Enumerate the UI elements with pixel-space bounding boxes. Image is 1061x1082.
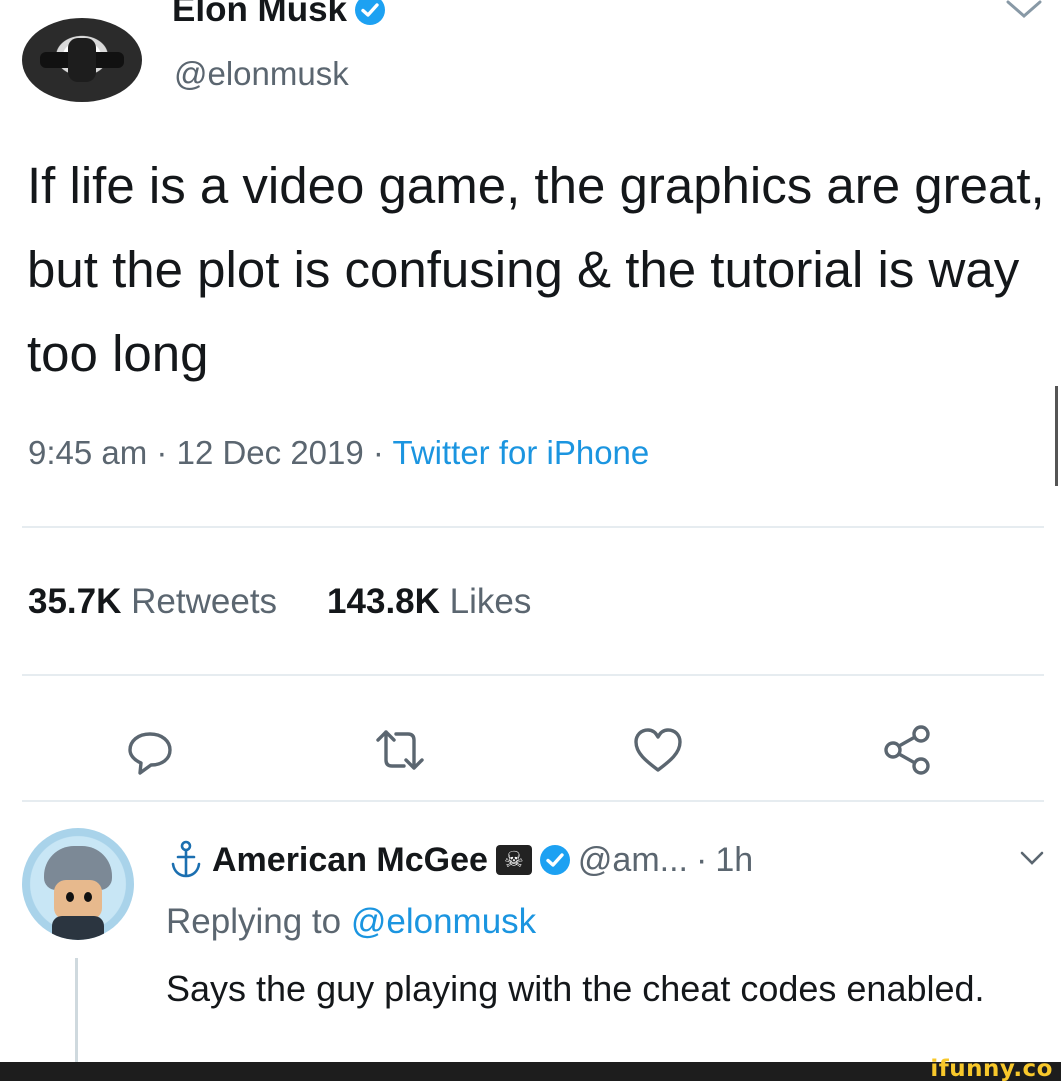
tweet-stats: 35.7K Retweets 143.8K Likes: [28, 582, 531, 622]
author-name-row[interactable]: Elon Musk: [172, 0, 386, 30]
thread-line: [75, 958, 78, 1068]
chevron-down-icon[interactable]: [1002, 0, 1046, 24]
pirate-flag-icon: ☠: [495, 845, 532, 875]
tweet-text: If life is a video game, the graphics ar…: [27, 157, 1045, 382]
meta-separator: ·: [156, 434, 168, 471]
reply-author-name[interactable]: American McGee: [212, 838, 488, 882]
ifunny-watermark: ifunny.co: [930, 1056, 1053, 1082]
reply-text: Says the guy playing with the cheat code…: [166, 968, 985, 1009]
divider: [22, 526, 1044, 528]
meta-separator: ·: [372, 434, 384, 471]
chevron-down-icon[interactable]: [1018, 848, 1046, 868]
author-handle[interactable]: @elonmusk: [174, 55, 349, 93]
tweet-meta: 9:45 am · 12 Dec 2019 · Twitter for iPho…: [28, 434, 649, 472]
replying-to-link[interactable]: @elonmusk: [351, 902, 536, 941]
retweets-stat[interactable]: 35.7K Retweets: [28, 582, 277, 621]
retweets-count: 35.7K: [28, 582, 122, 621]
author-name[interactable]: Elon Musk: [172, 0, 347, 30]
divider: [22, 674, 1044, 676]
tweet-source[interactable]: Twitter for iPhone: [392, 434, 649, 471]
watermark-bar: [0, 1062, 1061, 1081]
retweet-icon[interactable]: [370, 720, 430, 780]
retweets-label: Retweets: [131, 582, 278, 621]
verified-badge-icon: [539, 845, 570, 875]
verified-badge-icon: [355, 0, 386, 25]
reply-author-handle[interactable]: @am...: [578, 838, 688, 882]
likes-stat[interactable]: 143.8K Likes: [327, 582, 531, 621]
reply-header: American McGee ☠ @am... · 1h: [168, 838, 753, 882]
anchor-icon: [171, 840, 201, 878]
likes-count: 143.8K: [327, 582, 440, 621]
scrollbar: [1055, 386, 1058, 486]
likes-label: Likes: [449, 582, 532, 621]
replying-prefix: Replying to: [166, 902, 342, 941]
divider: [22, 800, 1044, 802]
reply-separator: ·: [696, 841, 708, 879]
tweet-time[interactable]: 9:45 am: [28, 434, 147, 471]
share-icon[interactable]: [878, 720, 938, 780]
reply-author-avatar[interactable]: [22, 828, 134, 940]
reply-icon[interactable]: [120, 720, 180, 780]
author-avatar[interactable]: [22, 18, 142, 102]
replying-to: Replying to @elonmusk: [166, 902, 536, 942]
tweet-date[interactable]: 12 Dec 2019: [177, 434, 364, 471]
heart-icon[interactable]: [628, 720, 688, 780]
reply-time[interactable]: 1h: [715, 838, 753, 882]
